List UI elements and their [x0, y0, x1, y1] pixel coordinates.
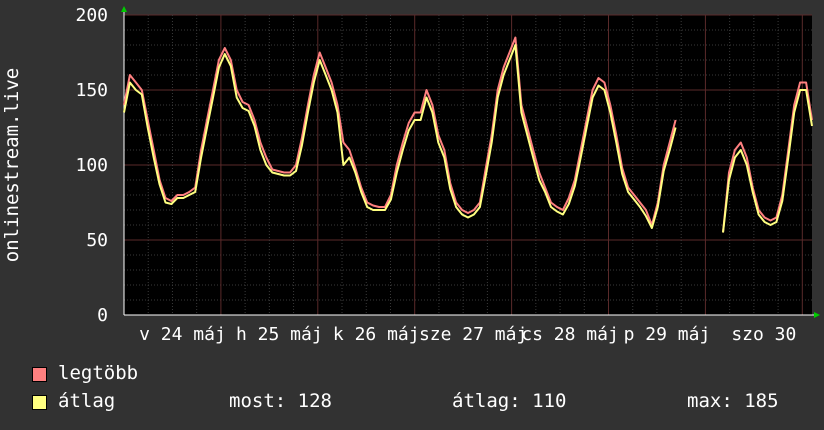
x-tick-label: cs 28 máj — [521, 324, 619, 345]
stat-max: max: 185 — [687, 390, 779, 412]
stat-atlag-label: átlag: — [452, 390, 521, 412]
y-tick-label: 150 — [75, 80, 108, 101]
legend-label-atlag: átlag — [58, 390, 116, 412]
legend-swatch-legtobb — [32, 367, 47, 382]
x-axis-arrow — [814, 312, 820, 318]
stat-max-value: 185 — [744, 390, 779, 412]
x-ticks: v 24 máj h 25 máj k 26 máj sze 27 májcs 28 … — [139, 324, 796, 345]
y-tick-label: 200 — [75, 5, 108, 26]
stat-atlag: átlag: 110 — [452, 390, 566, 412]
legend-swatch-atlag — [32, 395, 47, 410]
x-tick-label: szo 30 — [731, 324, 796, 345]
stat-atlag-value: 110 — [532, 390, 567, 412]
y-ticks: 0 50 100 150 200 — [75, 5, 108, 326]
stat-max-label: max: — [687, 390, 733, 412]
y-tick-label: 100 — [75, 155, 108, 176]
y-axis-label: onlinestream.live — [1, 68, 23, 262]
y-tick-label: 50 — [86, 230, 108, 251]
stat-most: most: 128 — [229, 390, 332, 412]
x-tick-label: v 24 máj — [139, 324, 226, 345]
x-tick-label: k 26 máj — [333, 324, 420, 345]
x-tick-label: p 29 máj — [624, 324, 711, 345]
x-tick-label: h 25 máj — [236, 324, 323, 345]
legend-label-legtobb: legtöbb — [58, 362, 139, 384]
y-axis-arrow — [121, 6, 127, 12]
stat-most-value: 128 — [297, 390, 332, 412]
y-tick-label: 0 — [97, 305, 108, 326]
x-tick-label: sze 27 máj — [419, 324, 527, 345]
stat-most-label: most: — [229, 390, 287, 412]
